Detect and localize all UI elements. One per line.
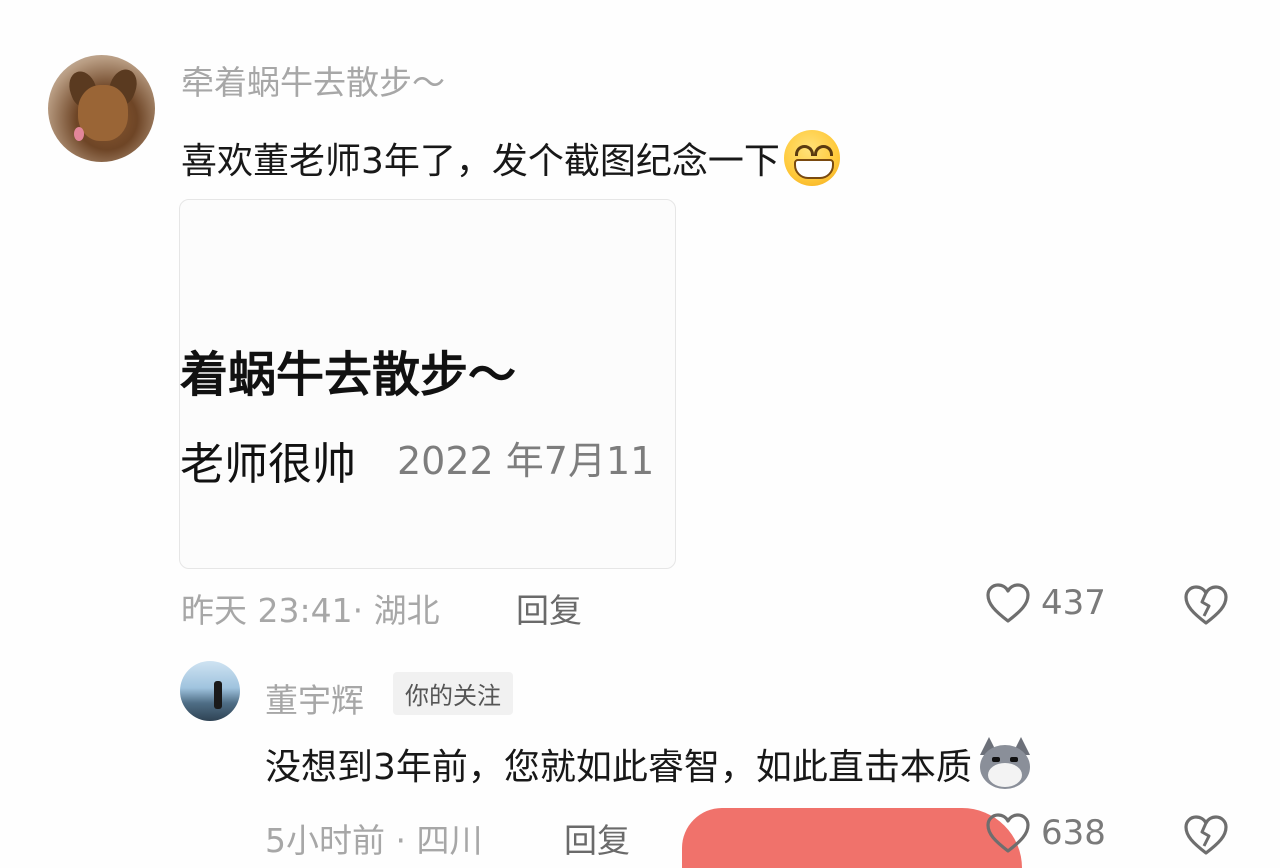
- dislike-button[interactable]: [1183, 584, 1229, 630]
- image-title-text: 着蜗牛去散步～: [180, 347, 517, 403]
- broken-heart-icon: [1184, 815, 1228, 855]
- reply-text-body: 没想到3年前，您就如此睿智，如此直击本质: [265, 747, 972, 788]
- comment-meta: 昨天 23:41· 湖北: [181, 591, 440, 630]
- following-badge: 你的关注: [393, 672, 513, 715]
- comment-text: 喜欢董老师3年了，发个截图纪念一下: [181, 130, 840, 186]
- reply-dislike-button[interactable]: [1183, 814, 1229, 860]
- like-count: 437: [1041, 583, 1106, 623]
- husky-emoji-icon: [976, 737, 1034, 791]
- image-date-text: 2022 年7月11: [397, 439, 655, 483]
- commenter-avatar[interactable]: [48, 55, 155, 162]
- comment-image-screenshot[interactable]: 着蜗牛去散步～ 老师很帅 2022 年7月11: [179, 199, 676, 569]
- redaction-mark: [682, 808, 1022, 868]
- like-button[interactable]: 437: [985, 582, 1106, 624]
- grin-emoji-icon: [783, 130, 840, 186]
- replier-username[interactable]: 董宇辉: [265, 674, 364, 722]
- reply-reply-button[interactable]: 回复: [564, 814, 630, 862]
- reply-button[interactable]: 回复: [516, 584, 582, 632]
- commenter-username[interactable]: 牵着蜗牛去散步～: [181, 56, 445, 104]
- reply-meta: 5小时前 · 四川: [265, 821, 483, 860]
- reply-like-button[interactable]: 638: [985, 812, 1106, 854]
- heart-icon: [986, 583, 1030, 623]
- heart-icon: [986, 813, 1030, 853]
- reply-like-count: 638: [1041, 813, 1106, 853]
- broken-heart-icon: [1184, 585, 1228, 625]
- image-body-text: 老师很帅: [180, 439, 356, 490]
- comment-text-body: 喜欢董老师3年了，发个截图纪念一下: [181, 141, 780, 182]
- replier-avatar[interactable]: [180, 661, 240, 721]
- reply-text: 没想到3年前，您就如此睿智，如此直击本质: [265, 737, 1034, 791]
